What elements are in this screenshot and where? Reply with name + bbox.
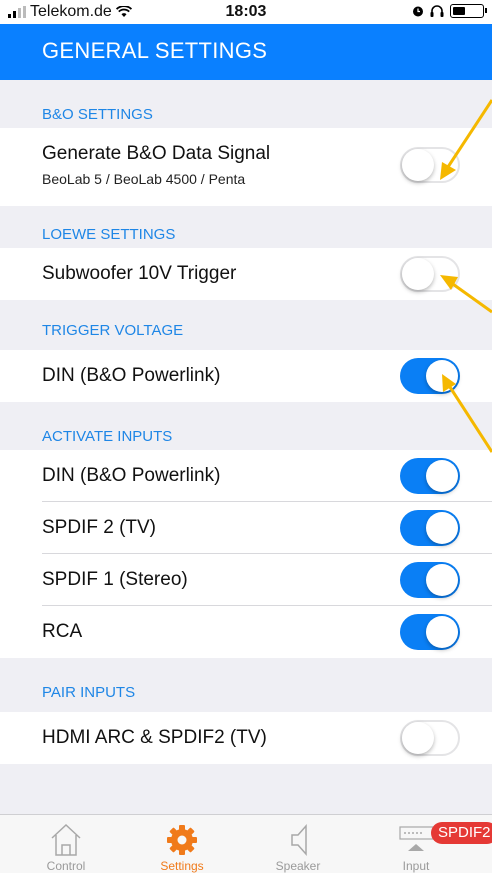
setting-label: Generate B&O Data Signal [42,143,271,164]
setting-sublabel: BeoLab 5 / BeoLab 4500 / Penta [42,171,246,187]
tab-bar: Control Settings Speaker Input [0,814,492,873]
setting-row-trigger-din-powerlink: DIN (B&O Powerlink) [0,350,492,402]
toggle-knob [426,564,458,596]
tab-label: Control [46,859,86,873]
generate-bo-data-signal-toggle[interactable] [400,147,460,183]
setting-label: RCA [42,621,83,642]
toggle-knob [402,722,434,754]
section-header-loewe-settings: LOEWE SETTINGS [42,226,176,243]
headphones-icon [430,5,444,17]
speaker-icon [291,824,307,856]
subwoofer-10v-trigger-toggle[interactable] [400,256,460,292]
setting-label: SPDIF 2 (TV) [42,517,157,538]
toggle-knob [426,512,458,544]
tab-control[interactable]: Control [11,815,121,873]
setting-label: Subwoofer 10V Trigger [42,263,237,284]
setting-row-activate-spdif1-stereo: SPDIF 1 (Stereo) [0,554,492,606]
status-right [412,4,487,18]
status-bar: Telekom.de 18:03 [0,0,492,24]
input-badge: SPDIF2 [431,822,492,844]
setting-row-generate-bo-data-signal: Generate B&O Data Signal BeoLab 5 / BeoL… [0,128,492,206]
activate-rca-toggle[interactable] [400,614,460,650]
tab-speaker[interactable]: Speaker [243,815,353,873]
tab-label: Settings [160,859,204,873]
section-header-bo-settings: B&O SETTINGS [42,106,153,123]
setting-row-pair-hdmi-arc-spdif2: HDMI ARC & SPDIF2 (TV) [0,712,492,764]
setting-label: SPDIF 1 (Stereo) [42,569,188,590]
battery-icon [450,4,487,18]
toggle-knob [402,258,434,290]
setting-label: DIN (B&O Powerlink) [42,365,221,386]
section-header-pair-inputs: PAIR INPUTS [42,684,136,701]
setting-row-activate-spdif2-tv: SPDIF 2 (TV) [0,502,492,554]
toggle-knob [426,616,458,648]
activate-spdif1-stereo-toggle[interactable] [400,562,460,598]
section-header-trigger-voltage: TRIGGER VOLTAGE [42,322,184,339]
tab-settings[interactable]: Settings [127,815,237,873]
nav-bar: GENERAL SETTINGS [0,24,492,80]
alarm-icon [413,6,423,17]
toggle-knob [402,149,434,181]
section-header-activate-inputs: ACTIVATE INPUTS [42,428,173,445]
setting-label: HDMI ARC & SPDIF2 (TV) [42,727,267,748]
pair-hdmi-arc-spdif2-toggle[interactable] [400,720,460,756]
setting-row-activate-din-powerlink: DIN (B&O Powerlink) [0,450,492,502]
tab-label: Speaker [275,859,321,873]
toggle-knob [426,360,458,392]
setting-row-subwoofer-10v-trigger: Subwoofer 10V Trigger [0,248,492,300]
trigger-din-powerlink-toggle[interactable] [400,358,460,394]
tab-label: Input [402,859,430,873]
activate-din-powerlink-toggle[interactable] [400,458,460,494]
house-icon [51,823,81,856]
gear-icon [167,825,197,855]
toggle-knob [426,460,458,492]
setting-label: DIN (B&O Powerlink) [42,465,221,486]
page-title: GENERAL SETTINGS [42,38,268,63]
setting-row-activate-rca: RCA [0,606,492,658]
input-icon [399,826,434,851]
activate-spdif2-tv-toggle[interactable] [400,510,460,546]
